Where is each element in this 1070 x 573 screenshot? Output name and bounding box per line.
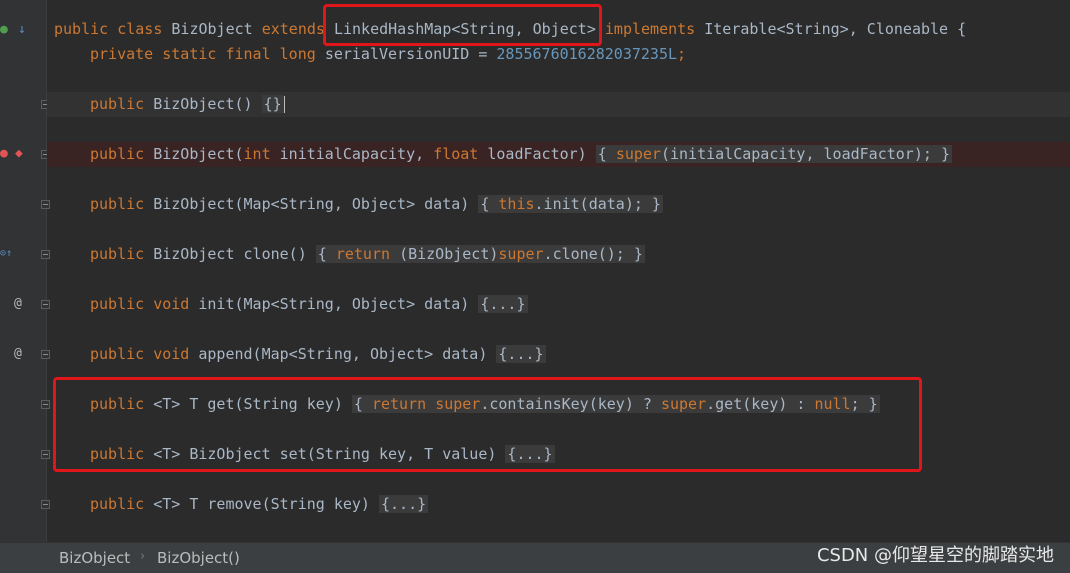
annotation-at-icon[interactable]: @ [14,347,22,361]
folded-body[interactable]: {} [261,95,284,113]
breadcrumb-item-class[interactable]: BizObject [59,549,130,567]
keyword: public void [90,295,199,313]
keyword: implements [604,20,705,38]
method-signature: <T> T remove(String key) [153,495,379,513]
overridden-down-arrow-icon[interactable]: ↓ [18,23,26,37]
annotation-box-get-set [53,377,922,472]
field-name: serialVersionUID = [324,45,497,63]
class-name: BizObject [171,20,262,38]
semicolon: ; [677,45,687,63]
breadcrumb-bar: BizObject › BizObject() CSDN @仰望星空的脚踏实地 [0,542,1070,573]
code-line-append[interactable]: public void append(Map<String, Object> d… [47,342,1070,367]
method-signature: BizObject() [153,95,262,113]
keyword: public [90,495,154,513]
folded-body[interactable]: {...} [478,295,528,313]
brace: } [651,195,661,213]
text-cursor [283,96,285,113]
keyword: public [90,145,154,163]
keyword: return [335,245,400,263]
param: initialCapacity, [279,145,434,163]
keyword: int [243,145,280,163]
keyword: public [90,95,154,113]
keyword: public class [54,20,172,38]
method-signature: BizObject( [153,145,244,163]
brace: { [480,195,499,213]
run-class-icon[interactable]: ● [0,23,8,37]
breakpoint-icon[interactable]: ● [0,147,8,161]
code-line-clone[interactable]: public BizObject clone() { return (BizOb… [47,242,1070,267]
body: (initialCapacity, loadFactor); [660,145,941,163]
folded-body[interactable]: {...} [496,345,546,363]
annotation-box-superclass [323,4,602,46]
keyword: public [90,195,154,213]
brace: } [940,145,950,163]
param: loadFactor) [487,145,596,163]
breakpoint-diamond-icon[interactable]: ◆ [15,147,23,161]
implements-method-icon[interactable]: ⊙↑ [0,247,12,261]
folded-body[interactable]: {...} [379,495,429,513]
code-line-default-constructor[interactable]: public BizObject() {} [47,92,1070,117]
brace: } [633,245,643,263]
keyword: public [90,245,154,263]
body: .clone(); [543,245,634,263]
body: (BizObject) [399,245,499,263]
body: .init(data); [534,195,652,213]
method-signature: init(Map<String, Object> data) [198,295,479,313]
watermark: CSDN @仰望星空的脚踏实地 [816,545,1054,566]
brace: { [597,145,616,163]
brace: { [317,245,336,263]
keyword: this [498,195,535,213]
keyword: float [433,145,488,163]
method-signature: BizObject(Map<String, Object> data) [153,195,479,213]
keyword: super [615,145,661,163]
code-line-map-constructor[interactable]: public BizObject(Map<String, Object> dat… [47,192,1070,217]
method-signature: BizObject clone() [153,245,316,263]
code-line-init[interactable]: public void init(Map<String, Object> dat… [47,292,1070,317]
annotation-at-icon[interactable]: @ [14,297,22,311]
method-signature: append(Map<String, Object> data) [198,345,497,363]
keyword: private static final long [90,45,325,63]
keyword: public void [90,345,199,363]
interfaces: Iterable<String>, Cloneable { [704,20,967,38]
number-literal: 2855676016282037235L [496,45,678,63]
keyword: super [498,245,544,263]
code-line-capacity-constructor[interactable]: public BizObject(int initialCapacity, fl… [47,142,1070,167]
breadcrumb-item-method[interactable]: BizObject() [157,549,240,567]
code-line-remove[interactable]: public <T> T remove(String key) {...} [47,492,1070,517]
editor-gutter [0,0,47,542]
breadcrumb-separator-icon: › [140,549,146,564]
